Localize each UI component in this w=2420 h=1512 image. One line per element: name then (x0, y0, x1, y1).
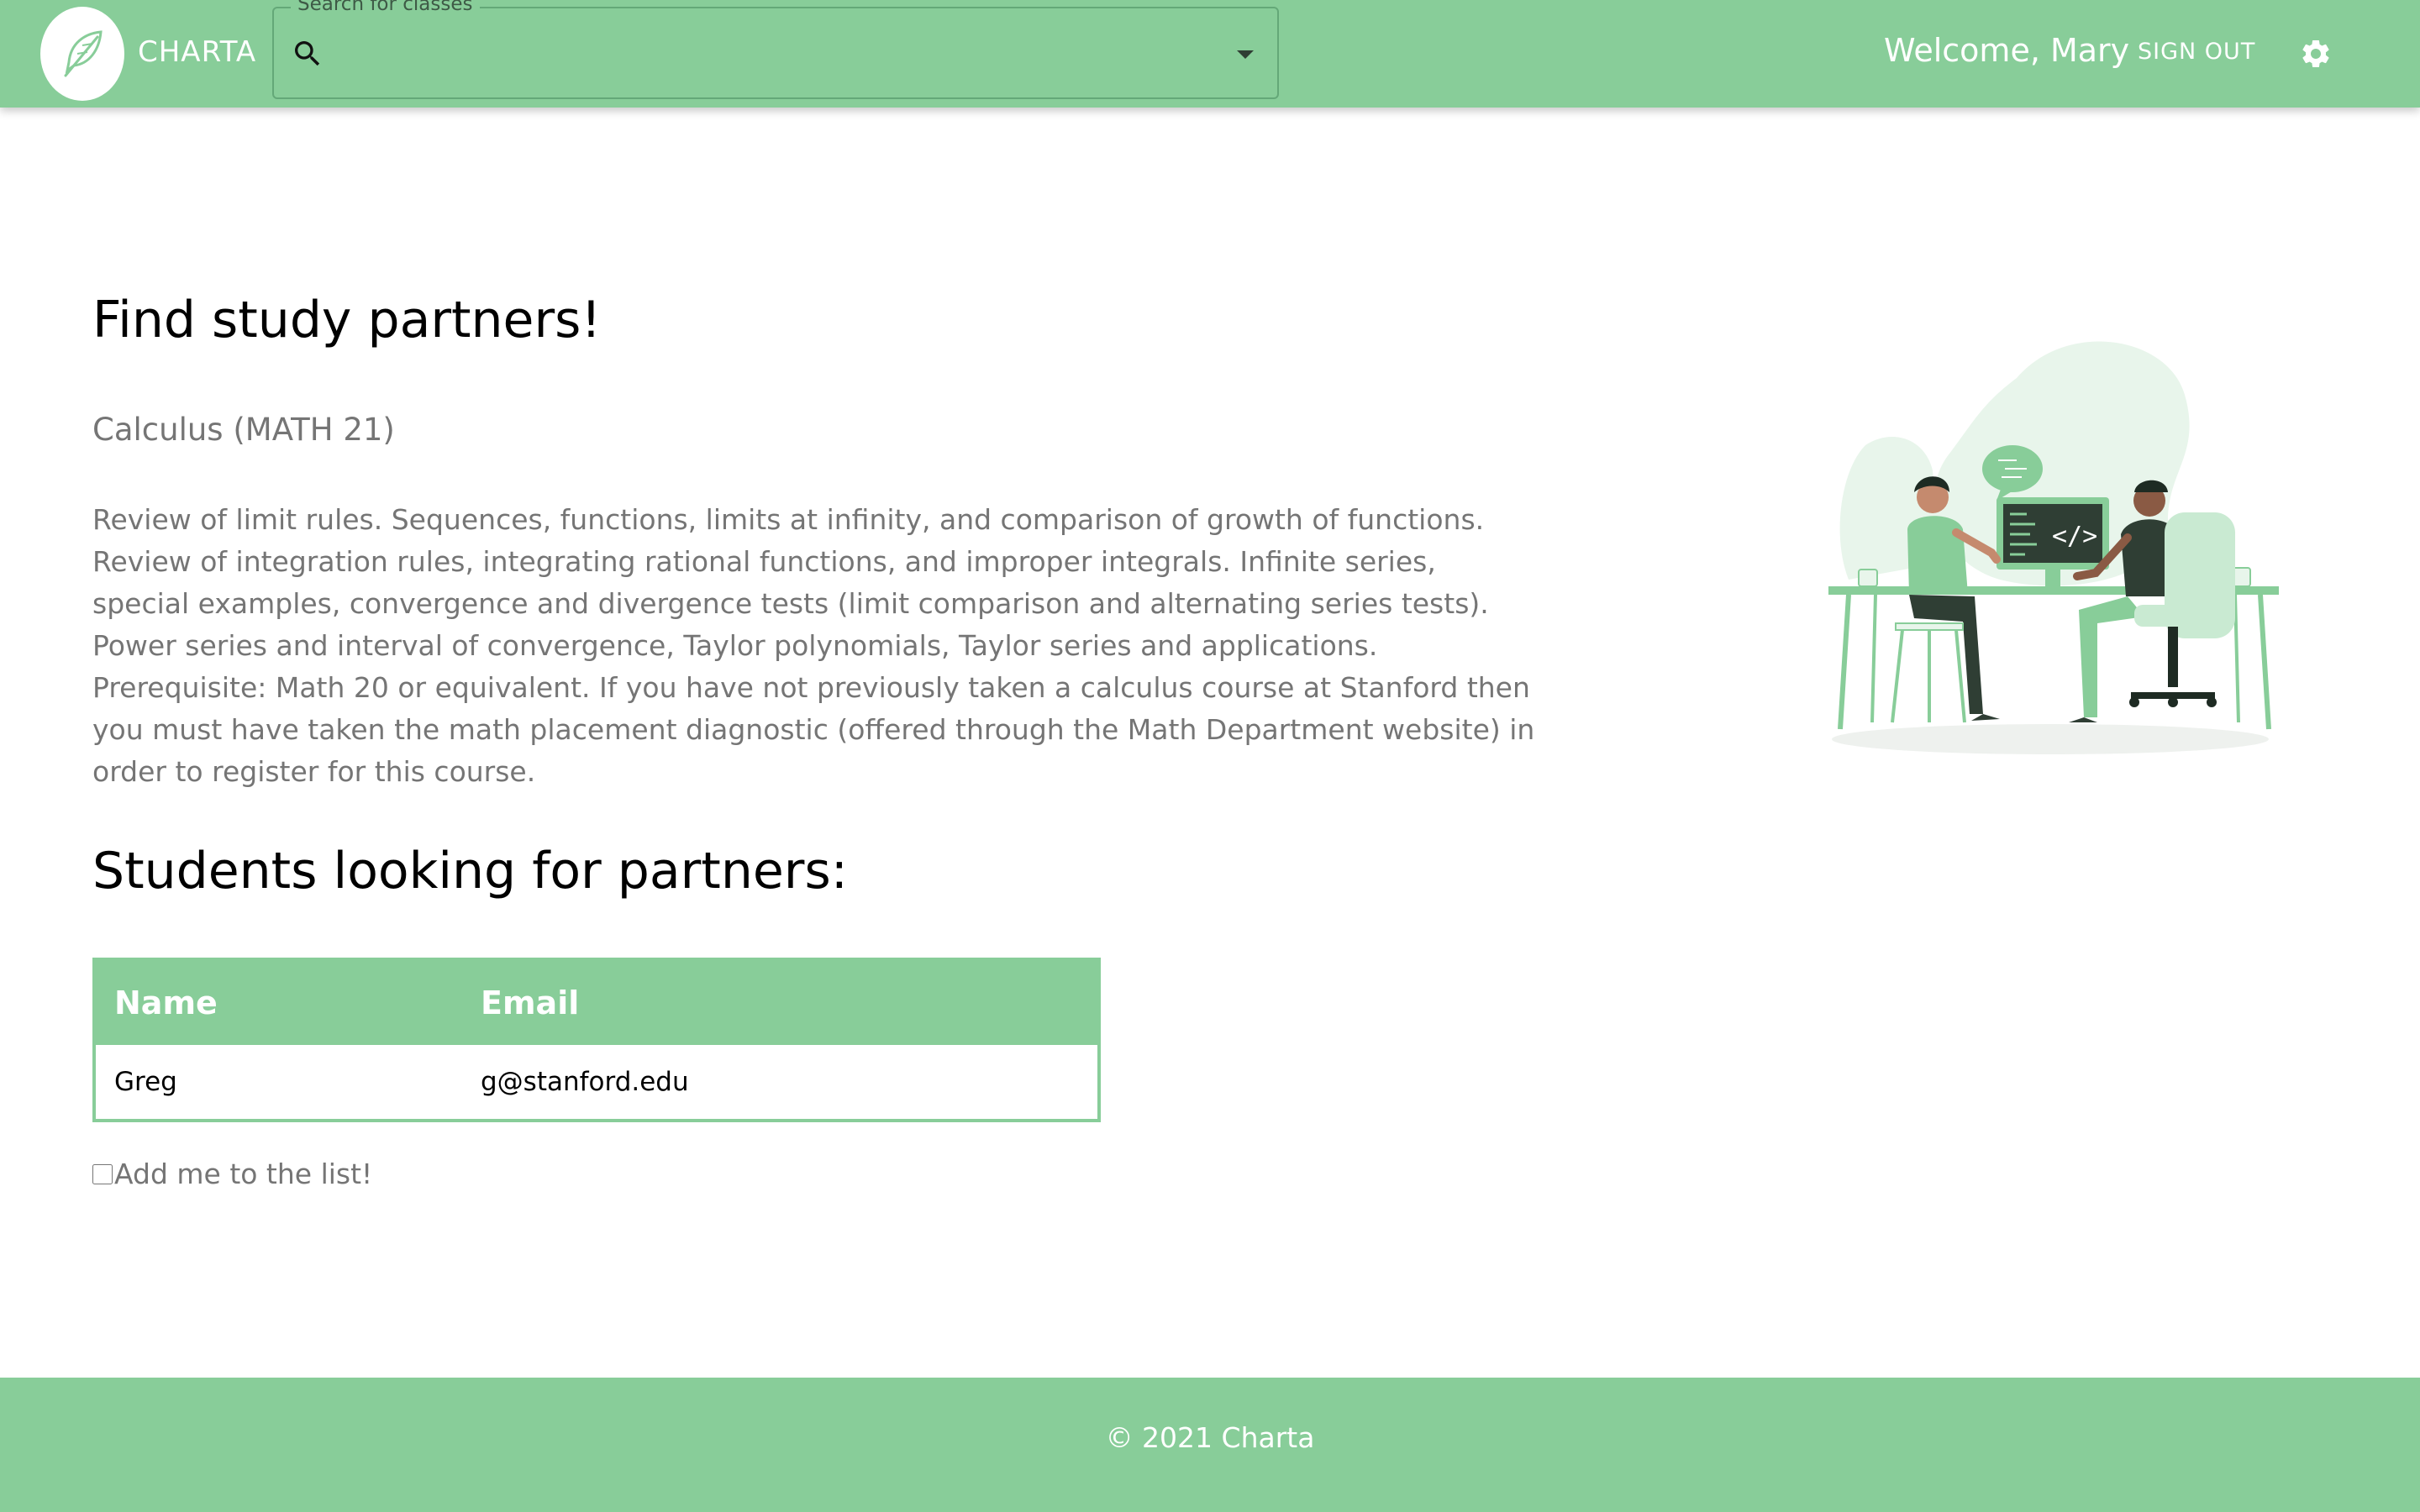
page-title: Find study partners! (92, 291, 602, 349)
column-header-email: Email (462, 959, 1099, 1045)
search-icon (295, 41, 320, 66)
app-footer: © 2021 Charta (0, 1378, 2420, 1512)
partners-table: Name Email Greg g@stanford.edu (92, 958, 1101, 1122)
search-input[interactable] (338, 34, 1165, 74)
copyright-text: © 2021 Charta (1105, 1421, 1315, 1454)
add-me-checkbox[interactable] (92, 1163, 113, 1184)
course-description: Review of limit rules. Sequences, functi… (92, 503, 1535, 788)
search-label: Search for classes (291, 0, 480, 15)
logo[interactable] (40, 7, 124, 101)
feather-icon (64, 30, 103, 77)
student-email-cell: g@stanford.edu (481, 1067, 689, 1097)
arrow-drop-down-icon[interactable] (1235, 49, 1255, 60)
brand-name: CHARTA (138, 35, 257, 69)
column-header-name: Name (94, 959, 462, 1045)
add-me-label: Add me to the list! (114, 1158, 373, 1190)
table-row: Greg g@stanford.edu (94, 1045, 1099, 1121)
sign-out-button[interactable]: SIGN OUT (2138, 39, 2255, 65)
students-section-title: Students looking for partners: (92, 842, 848, 900)
app-header: CHARTA Search for classes Welcome, Mary … (0, 0, 2420, 108)
add-me-option[interactable]: Add me to the list! (92, 1158, 372, 1190)
svg-text:</>: </> (2052, 522, 2097, 551)
gear-icon[interactable] (2299, 37, 2333, 71)
study-partners-illustration: </> (1828, 341, 2279, 754)
student-name-cell: Greg (114, 1067, 177, 1097)
table-header-row: Name Email (94, 959, 1099, 1045)
course-name: Calculus (MATH 21) (92, 412, 395, 448)
class-search-field[interactable]: Search for classes (272, 0, 1279, 99)
welcome-message: Welcome, Mary (1884, 32, 2130, 69)
